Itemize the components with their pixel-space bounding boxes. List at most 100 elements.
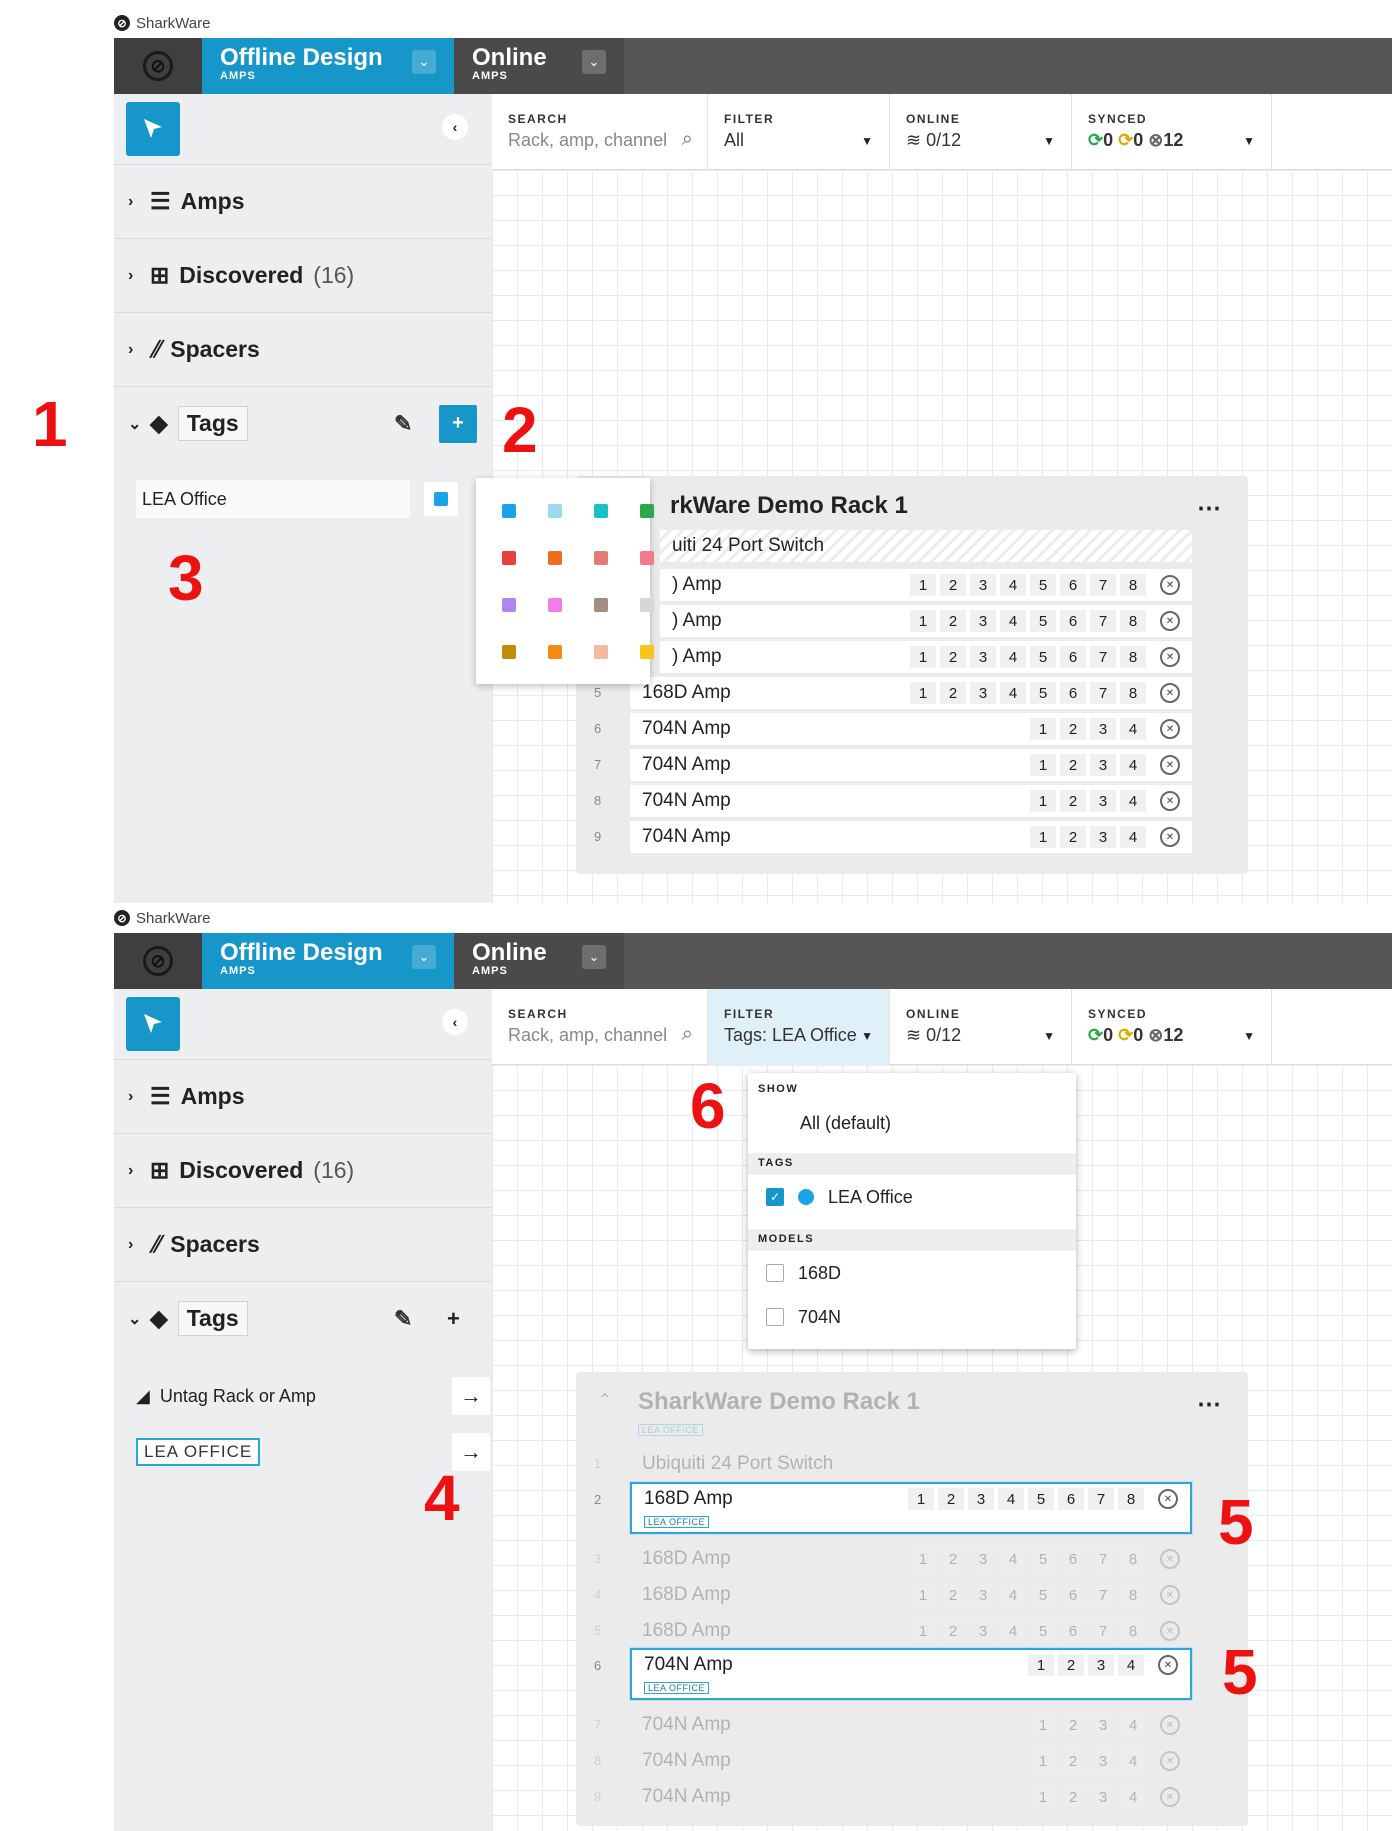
amp-row[interactable]: 704N Amp 1 2 3 4 ✕	[630, 749, 1192, 781]
rack-slot[interactable]: 3 168D Amp 1 2 3 4 5 6 7 8 ✕	[576, 1543, 1248, 1575]
channel-button[interactable]: 4	[1120, 1714, 1146, 1736]
checkbox-icon[interactable]	[766, 1308, 784, 1326]
channel-button[interactable]: 4	[1000, 574, 1026, 596]
channel-button[interactable]: 4	[1120, 718, 1146, 740]
amp-row[interactable]: 704N Amp 1 2 3 4 ✕	[630, 785, 1192, 817]
channel-button[interactable]: 2	[1060, 826, 1086, 848]
channel-button[interactable]: 7	[1090, 1548, 1116, 1570]
sidebar-section-discovered[interactable]: › ⊞ Discovered (16)	[114, 238, 492, 312]
amp-row[interactable]: 168D Amp 1 2 3 4 5 6 7 8 ✕	[630, 1615, 1192, 1647]
filter-option-model-168d[interactable]: 168D	[748, 1253, 1076, 1293]
channel-button[interactable]: 2	[1060, 790, 1086, 812]
channel-button[interactable]: 3	[970, 1548, 996, 1570]
amp-row[interactable]: 168D Amp 1 2 3 4 5 6 7 8 ✕	[630, 1579, 1192, 1611]
channel-button[interactable]: 1	[908, 1488, 934, 1510]
channel-button[interactable]: 2	[940, 1620, 966, 1642]
channel-button[interactable]: 2	[940, 646, 966, 668]
palette-color-swatch[interactable]	[594, 551, 608, 565]
channel-button[interactable]: 1	[1030, 1750, 1056, 1772]
palette-color-swatch[interactable]	[640, 645, 654, 659]
online-dropdown[interactable]: ONLINE ≋ 0/12 ▼	[890, 94, 1072, 170]
channel-button[interactable]: 7	[1090, 682, 1116, 704]
channel-button[interactable]: 1	[910, 1548, 936, 1570]
rack-slot[interactable]: 8 704N Amp 1 2 3 4 ✕	[576, 1745, 1248, 1777]
amp-row[interactable]: ) Amp 1 2 3 4 5 6 7 8 ✕	[660, 605, 1192, 637]
channel-button[interactable]: 1	[910, 646, 936, 668]
synced-dropdown[interactable]: SYNCED ⟳0 ⟳0 ⊗12 ▼	[1072, 94, 1272, 170]
tab-online[interactable]: Online AMPS ⌄	[454, 933, 624, 989]
channel-button[interactable]: 5	[1030, 682, 1056, 704]
search-field[interactable]: SEARCH Rack, amp, channel ⌕	[492, 94, 708, 170]
channel-button[interactable]: 4	[998, 1488, 1024, 1510]
channel-button[interactable]: 4	[1120, 826, 1146, 848]
channel-button[interactable]: 4	[1000, 610, 1026, 632]
tab-online[interactable]: Online AMPS ⌄	[454, 38, 624, 94]
add-tag-button[interactable]: +	[439, 404, 477, 443]
rack-slot[interactable]: 9 704N Amp 1 2 3 4 ✕	[576, 1781, 1248, 1813]
channel-button[interactable]: 2	[940, 610, 966, 632]
rack-slot[interactable]: 9 704N Amp 1 2 3 4 ✕	[576, 821, 1248, 853]
amp-row[interactable]: 704N Amp 1 2 3 4 ✕	[630, 713, 1192, 745]
channel-button[interactable]: 3	[1090, 718, 1116, 740]
amp-row[interactable]: 168D Amp 1 2 3 4 5 6 7 8 ✕	[630, 677, 1192, 709]
channel-button[interactable]: 1	[1028, 1654, 1054, 1676]
channel-button[interactable]: 5	[1028, 1488, 1054, 1510]
palette-color-swatch[interactable]	[502, 598, 516, 612]
collapse-sidebar-button[interactable]: ‹	[442, 1009, 468, 1035]
sidebar-section-tags[interactable]: ⌄ ◆ Tags ✎ +	[114, 1281, 492, 1355]
app-logo[interactable]: ⊘	[114, 38, 202, 94]
sidebar-section-amps[interactable]: › ☰ Amps	[114, 164, 492, 238]
amp-row[interactable]: 168D Amp 1 2 3 4 5 6 7 8 ✕	[630, 1543, 1192, 1575]
channel-button[interactable]: 7	[1090, 610, 1116, 632]
channel-button[interactable]: 3	[970, 1620, 996, 1642]
channel-button[interactable]: 8	[1120, 610, 1146, 632]
channel-button[interactable]: 1	[910, 682, 936, 704]
channel-button[interactable]: 4	[1120, 1750, 1146, 1772]
channel-button[interactable]: 8	[1118, 1488, 1144, 1510]
channel-button[interactable]: 3	[970, 610, 996, 632]
channel-button[interactable]: 5	[1030, 646, 1056, 668]
channel-button[interactable]: 2	[940, 682, 966, 704]
palette-color-swatch[interactable]	[548, 551, 562, 565]
channel-button[interactable]: 2	[1060, 754, 1086, 776]
channel-button[interactable]: 3	[1090, 1714, 1116, 1736]
sidebar-section-tags[interactable]: ⌄ ◆ Tags ✎ +	[114, 386, 492, 460]
channel-button[interactable]: 4	[1000, 1548, 1026, 1570]
channel-button[interactable]: 2	[940, 1584, 966, 1606]
search-input[interactable]: Rack, amp, channel	[508, 1025, 707, 1046]
edit-pencil-icon[interactable]: ✎	[394, 1306, 412, 1332]
channel-button[interactable]: 4	[1000, 646, 1026, 668]
rack-slot[interactable]: 7 704N Amp 1 2 3 4 ✕	[576, 1709, 1248, 1741]
channel-button[interactable]: 1	[1030, 1786, 1056, 1808]
channel-button[interactable]: 7	[1090, 574, 1116, 596]
chevron-up-icon[interactable]: ⌃	[598, 1390, 611, 1410]
channel-button[interactable]: 6	[1060, 1548, 1086, 1570]
rack-slot[interactable]: 4 168D Amp 1 2 3 4 5 6 7 8 ✕	[576, 1579, 1248, 1611]
channel-button[interactable]: 3	[970, 682, 996, 704]
channel-button[interactable]: 2	[1060, 1750, 1086, 1772]
collapse-sidebar-button[interactable]: ‹	[442, 114, 468, 140]
channel-button[interactable]: 3	[1090, 1786, 1116, 1808]
channel-button[interactable]: 2	[1060, 1714, 1086, 1736]
channel-button[interactable]: 8	[1120, 1548, 1146, 1570]
channel-button[interactable]: 5	[1030, 1548, 1056, 1570]
channel-button[interactable]: 1	[1030, 1714, 1056, 1736]
filter-dropdown[interactable]: FILTER All ▼	[708, 94, 890, 170]
channel-button[interactable]: 6	[1058, 1488, 1084, 1510]
rack-slot[interactable]: 8 704N Amp 1 2 3 4 ✕	[576, 785, 1248, 817]
untag-apply-button[interactable]: →	[452, 1377, 490, 1415]
channel-button[interactable]: 5	[1030, 610, 1056, 632]
channel-button[interactable]: 1	[1030, 718, 1056, 740]
more-options-icon[interactable]: ⋯	[1197, 1390, 1222, 1419]
channel-button[interactable]: 2	[938, 1488, 964, 1510]
chevron-down-icon[interactable]: ⌄	[582, 945, 606, 969]
untag-row[interactable]: ◢ Untag Rack or Amp →	[136, 1377, 492, 1415]
channel-button[interactable]: 8	[1120, 646, 1146, 668]
channel-button[interactable]: 3	[968, 1488, 994, 1510]
palette-color-swatch[interactable]	[502, 551, 516, 565]
palette-color-swatch[interactable]	[640, 551, 654, 565]
rack-slot[interactable]: 6 704N Amp LEA OFFICE 1 2 3 4 ✕	[576, 1648, 1248, 1704]
channel-button[interactable]: 4	[1118, 1654, 1144, 1676]
chevron-down-icon[interactable]: ⌄	[412, 945, 436, 969]
channel-button[interactable]: 3	[970, 646, 996, 668]
